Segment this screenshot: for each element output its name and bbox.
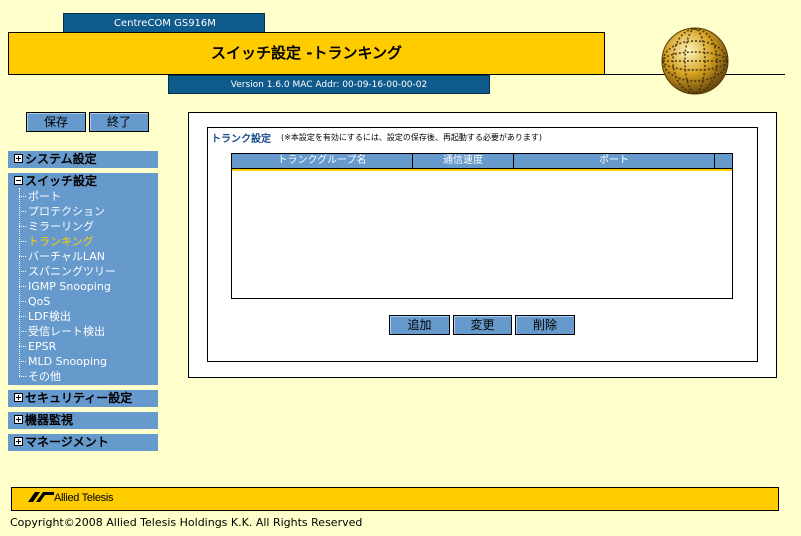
sidebar-item-mirroring[interactable]: ミラーリング [19, 219, 94, 234]
sidebar-item-protection[interactable]: プロテクション [19, 204, 105, 219]
expand-icon [14, 393, 23, 402]
collapse-icon [14, 176, 23, 185]
column-header-speed: 通信速度 [413, 154, 514, 168]
delete-button[interactable]: 削除 [515, 315, 575, 335]
sidebar-item-mld-snooping[interactable]: MLD Snooping [19, 354, 107, 369]
column-header-port: ポート [514, 154, 715, 168]
sidebar-item-port[interactable]: ポート [19, 189, 61, 204]
sidebar-item-epsr[interactable]: EPSR [18, 339, 56, 354]
add-button[interactable]: 追加 [389, 315, 450, 335]
sidebar-item-receive-rate[interactable]: 受信レート検出 [19, 324, 105, 339]
footer-bar: Allied Telesis [11, 487, 779, 511]
trunk-table: トランクグループ名 通信速度 ポート [231, 153, 733, 299]
sidebar-item-vlan[interactable]: バーチャルLAN [18, 249, 105, 264]
switch-settings-submenu: ポート プロテクション ミラーリング トランキング バーチャルLAN スパニング… [8, 188, 158, 385]
sidebar-item-trunking[interactable]: トランキング [19, 234, 94, 249]
allied-telesis-mark-icon [28, 492, 54, 502]
save-button[interactable]: 保存 [26, 112, 86, 132]
copyright-text: Copyright©2008 Allied Telesis Holdings K… [10, 516, 363, 529]
edit-button[interactable]: 変更 [453, 315, 512, 335]
nav-system-settings[interactable]: システム設定 [8, 151, 158, 168]
allied-telesis-logo: Allied Telesis [28, 492, 113, 504]
nav-security-settings[interactable]: セキュリティー設定 [8, 390, 158, 407]
product-name: CentreCOM GS916M [63, 13, 265, 33]
nav-management[interactable]: マネージメント [8, 434, 158, 451]
table-header-rule [232, 169, 732, 171]
table-header: トランクグループ名 通信速度 ポート [232, 154, 732, 169]
version-info: Version 1.6.0 MAC Addr: 00-09-16-00-00-0… [168, 75, 490, 94]
sidebar-item-igmp-snooping[interactable]: IGMP Snooping [19, 279, 111, 294]
expand-icon [14, 437, 23, 446]
section-title: トランク設定 [211, 134, 271, 145]
column-header-group-name: トランクグループ名 [232, 154, 413, 168]
sidebar-item-qos[interactable]: QoS [18, 294, 50, 309]
exit-button[interactable]: 終了 [89, 112, 149, 132]
sidebar-item-ldf[interactable]: LDF検出 [19, 309, 71, 324]
sidebar-item-spanning-tree[interactable]: スパニングツリー [19, 264, 116, 279]
page-title: スイッチ設定 -トランキング [8, 32, 605, 75]
nav-device-monitoring[interactable]: 機器監視 [8, 412, 158, 429]
column-header-spacer [715, 154, 732, 168]
globe-logo-icon [661, 27, 729, 95]
section-note: (※本設定を有効にするには、設定の保存後、再起動する必要があります) [281, 133, 543, 142]
expand-icon [14, 154, 23, 163]
sidebar-item-other[interactable]: その他 [19, 369, 61, 384]
expand-icon [14, 415, 23, 424]
